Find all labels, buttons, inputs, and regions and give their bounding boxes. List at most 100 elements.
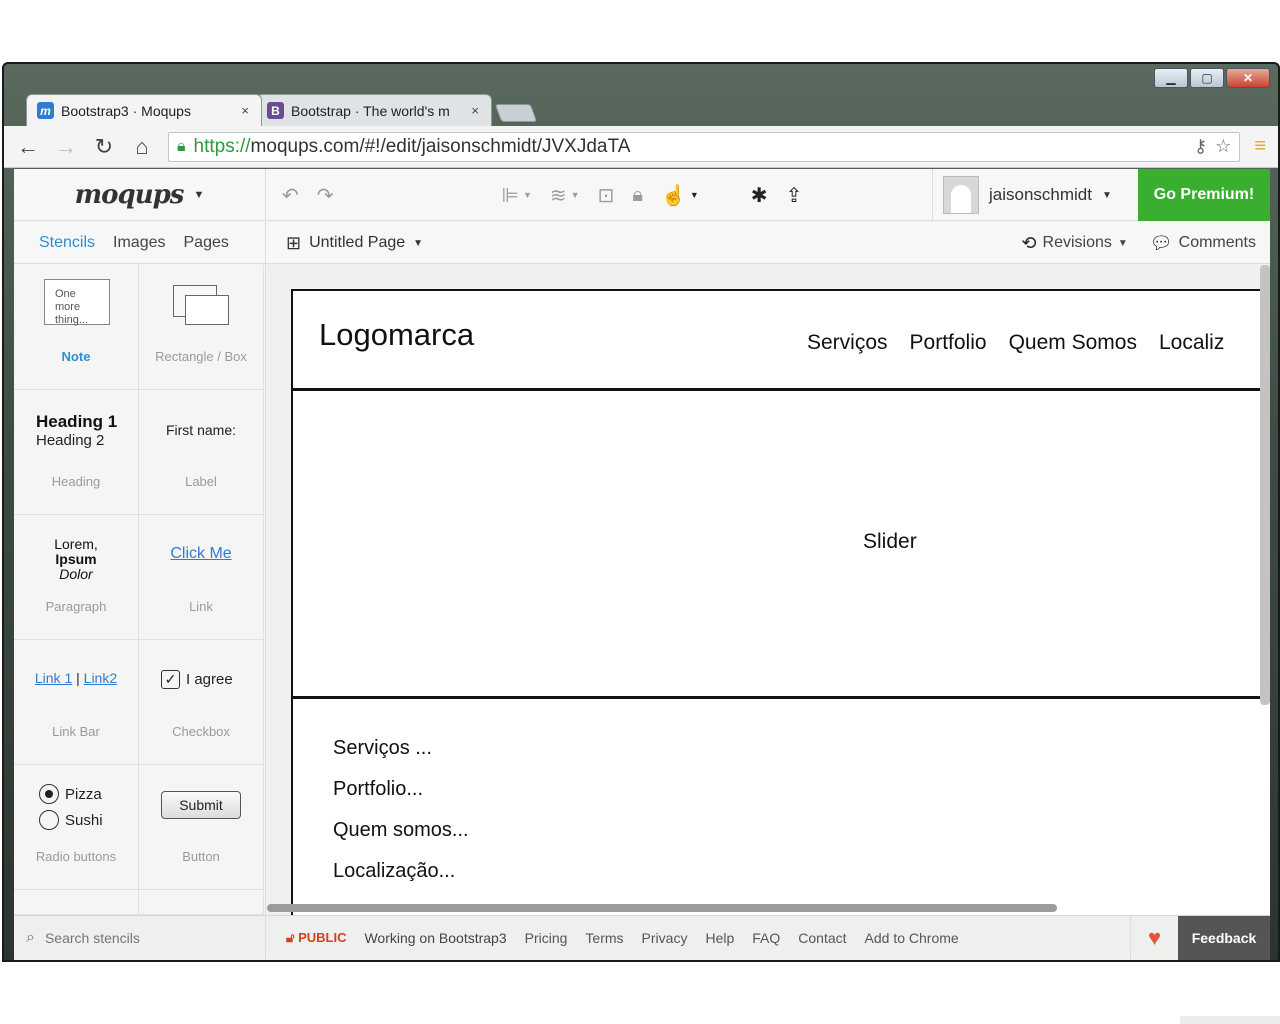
wireframe-section-list[interactable]: Serviços ... Portfolio... Quem somos... … bbox=[333, 737, 469, 901]
bootstrap-favicon-icon: B bbox=[267, 102, 284, 119]
window-controls: ▁ ▢ ✕ bbox=[1154, 68, 1270, 88]
sub-header-actions: ⟲ Revisions ▼ 💬︎ Comments bbox=[1021, 222, 1256, 264]
stencil-note[interactable]: One more thing... Note bbox=[14, 265, 139, 390]
moqups-favicon-icon: m bbox=[37, 102, 54, 119]
redo-icon[interactable]: ↷ bbox=[317, 183, 334, 208]
feedback-button[interactable]: Feedback bbox=[1178, 915, 1270, 960]
stencil-label: Rectangle / Box bbox=[155, 349, 247, 364]
stencil-rectangle[interactable]: Rectangle / Box bbox=[139, 265, 264, 390]
note-preview: One more thing... bbox=[44, 279, 110, 326]
footer-links: 🔓︎ PUBLIC Working on Bootstrap3 Pricing … bbox=[266, 930, 1130, 946]
stencil-heading[interactable]: Heading 1 Heading 2 Heading bbox=[14, 390, 139, 515]
browser-tabs: m Bootstrap3 · Moqups × B Bootstrap · Th… bbox=[26, 92, 538, 126]
minimize-button[interactable]: ▁ bbox=[1154, 68, 1188, 88]
working-on-text: Working on Bootstrap3 bbox=[364, 929, 507, 946]
wireframe-menu-item[interactable]: Portfolio bbox=[910, 331, 987, 355]
footer-link-add-to-chrome[interactable]: Add to Chrome bbox=[865, 930, 959, 946]
wireframe-navbar[interactable]: Logomarca Serviços Portfolio Quem Somos … bbox=[293, 291, 1270, 391]
undo-icon[interactable]: ↶ bbox=[282, 183, 299, 208]
wireframe-menu-item[interactable]: Quem Somos bbox=[1009, 331, 1137, 355]
footer-link-faq[interactable]: FAQ bbox=[752, 930, 780, 946]
align-icon[interactable]: ⊫ ▼ bbox=[502, 183, 532, 208]
tab-bootstrap[interactable]: B Bootstrap · The world's m × bbox=[256, 94, 492, 126]
user-menu[interactable]: jaisonschmidt ▼ bbox=[932, 169, 1112, 221]
page-name: Untitled Page bbox=[309, 234, 406, 251]
chevron-down-icon: ▼ bbox=[1102, 189, 1112, 201]
stencil-button[interactable]: Submit Button bbox=[139, 765, 264, 890]
revisions-button[interactable]: ⟲ Revisions ▼ bbox=[1021, 233, 1127, 254]
footer-link-help[interactable]: Help bbox=[705, 930, 734, 946]
stencil-label-item[interactable]: First name: Label bbox=[139, 390, 264, 515]
footer-link-pricing[interactable]: Pricing bbox=[525, 930, 568, 946]
comments-button[interactable]: 💬︎ Comments bbox=[1150, 233, 1256, 254]
close-tab-icon[interactable]: × bbox=[471, 103, 479, 118]
interaction-hand-icon[interactable]: ☝ ▼ bbox=[661, 183, 699, 208]
reload-icon[interactable]: ↻ bbox=[92, 134, 116, 160]
stencil-checkbox[interactable]: ✓ I agree Checkbox bbox=[139, 640, 264, 765]
chevron-down-icon: ▼ bbox=[193, 189, 205, 201]
go-premium-button[interactable]: Go Premium! bbox=[1138, 169, 1270, 221]
stencil-link[interactable]: Click Me Link bbox=[139, 515, 264, 640]
wireframe-page[interactable]: Logomarca Serviços Portfolio Quem Somos … bbox=[291, 289, 1270, 915]
stencil-next-right[interactable] bbox=[139, 890, 264, 915]
bookmark-star-icon[interactable]: ☆ bbox=[1215, 136, 1231, 157]
stencil-label: Label bbox=[185, 474, 217, 489]
radio-preview: Pizza Sushi bbox=[39, 781, 103, 833]
back-icon[interactable]: ← bbox=[16, 134, 40, 160]
home-icon[interactable]: ⌂ bbox=[130, 134, 154, 160]
lock-icon[interactable]: 🔒︎ bbox=[632, 184, 643, 207]
link-preview: Click Me bbox=[170, 545, 232, 562]
tab-stencils[interactable]: Stencils bbox=[39, 234, 95, 252]
settings-gear-icon[interactable]: ✱ bbox=[751, 183, 768, 208]
close-tab-icon[interactable]: × bbox=[241, 103, 249, 118]
panel-tabs: Stencils Images Pages bbox=[14, 222, 266, 264]
list-item[interactable]: Localização... bbox=[333, 860, 469, 901]
radio-selected-icon bbox=[39, 784, 59, 804]
design-canvas[interactable]: Logomarca Serviços Portfolio Quem Somos … bbox=[267, 265, 1270, 915]
browser-toolbar: ← → ↻ ⌂ 🔒︎ https://moqups.com/#!/edit/ja… bbox=[4, 126, 1278, 168]
tab-moqups[interactable]: m Bootstrap3 · Moqups × bbox=[26, 94, 262, 126]
comments-icon: 💬︎ bbox=[1149, 232, 1173, 253]
list-item[interactable]: Serviços ... bbox=[333, 737, 469, 778]
tab-pages[interactable]: Pages bbox=[184, 234, 229, 252]
key-icon[interactable]: ⚷ bbox=[1194, 136, 1207, 157]
radio-empty-icon bbox=[39, 810, 59, 830]
share-icon[interactable]: ⇪ bbox=[786, 183, 803, 208]
wireframe-menu-item[interactable]: Serviços bbox=[807, 331, 888, 355]
search-icon: ⌕ bbox=[26, 928, 35, 946]
stencil-label: Checkbox bbox=[172, 724, 230, 739]
public-badge[interactable]: 🔓︎ PUBLIC bbox=[286, 930, 346, 946]
heart-icon[interactable]: ♥ bbox=[1130, 915, 1178, 960]
wireframe-menu-item[interactable]: Localiz bbox=[1159, 331, 1224, 355]
wireframe-logo[interactable]: Logomarca bbox=[319, 317, 474, 353]
stencil-radio-buttons[interactable]: Pizza Sushi Radio buttons bbox=[14, 765, 139, 890]
page-selector[interactable]: ⊞ Untitled Page ▼ bbox=[286, 222, 423, 264]
sitemap-icon: ⊞ bbox=[286, 232, 302, 253]
close-window-button[interactable]: ✕ bbox=[1226, 68, 1270, 88]
address-bar[interactable]: 🔒︎ https://moqups.com/#!/edit/jaisonschm… bbox=[168, 131, 1241, 162]
search-input[interactable] bbox=[44, 929, 245, 946]
brand-menu[interactable]: moqups ▼ bbox=[14, 169, 266, 221]
link-bar-preview: Link 1 | Link2 bbox=[34, 670, 118, 686]
maximize-button[interactable]: ▢ bbox=[1190, 68, 1224, 88]
stencil-next-left[interactable] bbox=[14, 890, 139, 915]
vertical-scrollbar[interactable] bbox=[1260, 265, 1270, 705]
heading2-preview: Heading 2 bbox=[36, 432, 105, 449]
list-item[interactable]: Quem somos... bbox=[333, 819, 469, 860]
list-item[interactable]: Portfolio... bbox=[333, 778, 469, 819]
tab-images[interactable]: Images bbox=[113, 234, 165, 252]
footer-link-contact[interactable]: Contact bbox=[798, 930, 846, 946]
wireframe-menu[interactable]: Serviços Portfolio Quem Somos Localiz bbox=[807, 331, 1224, 355]
group-icon[interactable]: ⊡ bbox=[598, 183, 615, 208]
chrome-menu-icon[interactable]: ≡ bbox=[1254, 135, 1266, 158]
stencil-label: Radio buttons bbox=[35, 849, 117, 864]
stencil-paragraph[interactable]: Lorem, Ipsum Dolor Paragraph bbox=[14, 515, 139, 640]
new-tab-button[interactable] bbox=[494, 104, 538, 122]
stencil-link-bar[interactable]: Link 1 | Link2 Link Bar bbox=[14, 640, 139, 765]
footer-link-terms[interactable]: Terms bbox=[585, 930, 623, 946]
wireframe-slider[interactable]: Slider bbox=[293, 394, 1270, 699]
layers-icon[interactable]: ≋ ▼ bbox=[550, 183, 580, 208]
forward-icon[interactable]: → bbox=[54, 134, 78, 160]
footer-link-privacy[interactable]: Privacy bbox=[642, 930, 688, 946]
horizontal-scrollbar[interactable] bbox=[267, 904, 1057, 912]
